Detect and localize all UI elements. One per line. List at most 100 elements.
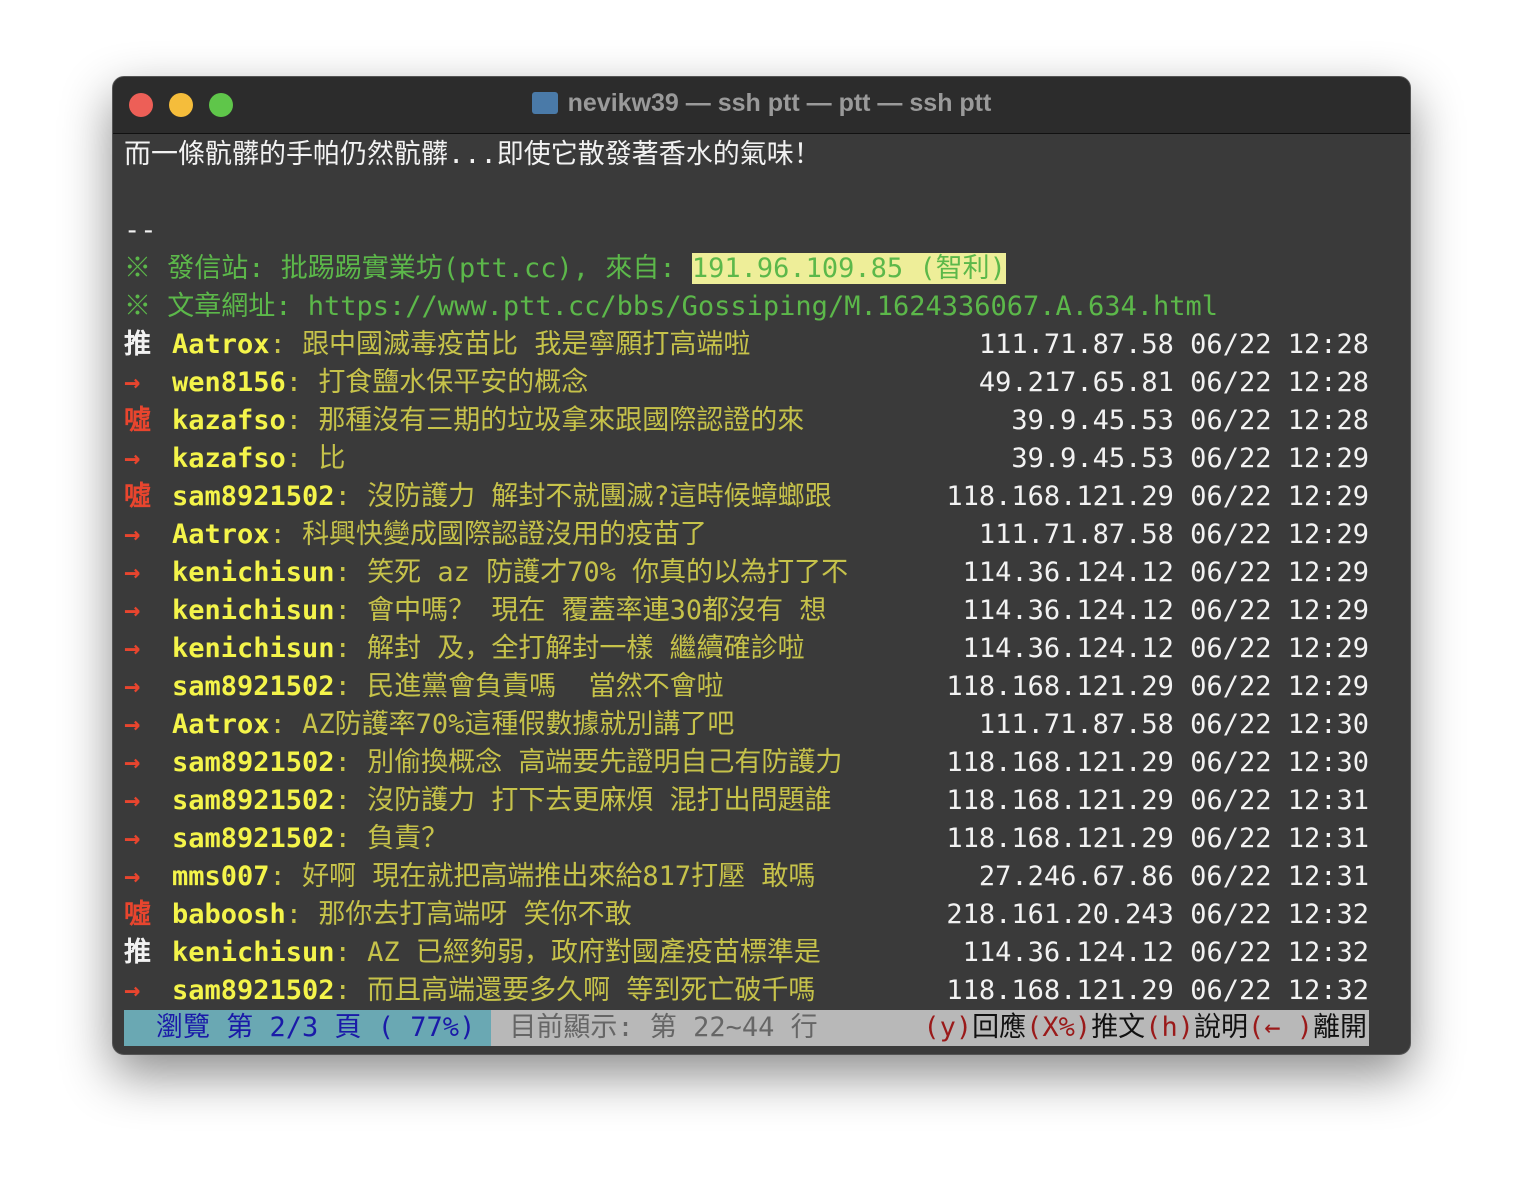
url-line[interactable]: ※ 文章網址: https://www.ptt.cc/bbs/Gossiping… (124, 288, 1218, 326)
source-ip: 191.96.109.85 (智利) (691, 253, 1006, 284)
comment-row: → sam8921502: 而且高端還要多久啊 等到死亡破千嗎 118.168.12… (113, 972, 1410, 1010)
comment-text: 民進黨會負責嗎 當然不會啦 (367, 671, 724, 702)
status-bar: 瀏覽 第 2/3 頁 ( 77%) 目前顯示: 第 22~44 行 (y)回應(… (124, 1010, 1369, 1046)
comment-tag: 噓 (124, 899, 151, 930)
comment-row-body: kenichisun: 笑死 az 防護才70% 你真的以為打了不 (172, 557, 849, 588)
comment-text: 沒防護力 打下去更麻煩 混打出問題誰 (367, 785, 832, 816)
comment-text: 笑死 az 防護才70% 你真的以為打了不 (367, 557, 849, 588)
comment-row-body: Aatrox: 科興快變成國際認證沒用的疫苗了 (172, 519, 708, 550)
comment-user: sam8921502 (172, 671, 335, 702)
comment-row: 噓 sam8921502: 沒防護力 解封不就團滅?這時候蟑螂跟 118.168.1… (113, 478, 1410, 516)
comment-row: 推 kenichisun: AZ 已經夠弱，政府對國產疫苗標準是 114.36.12… (113, 934, 1410, 972)
comment-row: 噓 baboosh: 那你去打高端呀 笑你不敢 218.161.20.243 06/… (113, 896, 1410, 934)
comment-row: 噓 kazafso: 那種沒有三期的垃圾拿來跟國際認證的來 39.9.45.53 0… (113, 402, 1410, 440)
comment-row: → sam8921502: 沒防護力 打下去更麻煩 混打出問題誰 118.168.1… (113, 782, 1410, 820)
comment-row-body: sam8921502: 沒防護力 打下去更麻煩 混打出問題誰 (172, 785, 832, 816)
comment-row: → kenichisun: 解封 及，全打解封一樣 繼續確診啦 114.36.124… (113, 630, 1410, 668)
comment-tag: 推 (124, 937, 151, 968)
comment-row-body: sam8921502: 別偷換概念 高端要先證明自己有防護力 (172, 747, 843, 778)
comment-row: → kazafso: 比 39.9.45.53 06/22 12:29 (113, 440, 1410, 478)
comment-user: mms007 (172, 861, 270, 892)
comment-tag: → (124, 975, 141, 1006)
signature-separator: -- (124, 215, 157, 246)
comment-row-body: kazafso: 比 (172, 443, 346, 474)
comment-user: Aatrox (172, 519, 270, 550)
push-key[interactable]: (X%) (1026, 1012, 1091, 1043)
comment-user: sam8921502 (172, 975, 335, 1006)
comment-text: AZ防護率70%這種假數據就別講了吧 (302, 709, 735, 740)
comment-ip-time: 218.161.20.243 06/22 12:32 (946, 899, 1369, 930)
comment-user: kenichisun (172, 937, 335, 968)
comment-user: baboosh (172, 899, 286, 930)
comment-row: → mms007: 好啊 現在就把高端推出來給817打壓 敢嗎 27.246.67.… (113, 858, 1410, 896)
help-key[interactable]: (h) (1145, 1012, 1194, 1043)
comment-user: sam8921502 (172, 785, 335, 816)
terminal-window: nevikw39 — ssh ptt — ptt — ssh ptt 而一條骯髒… (112, 76, 1411, 1055)
comment-text: 而且高端還要多久啊 等到死亡破千嗎 (367, 975, 816, 1006)
comment-row: → kenichisun: 笑死 az 防護才70% 你真的以為打了不 114.36… (113, 554, 1410, 592)
line-indicator: 目前顯示: 第 22~44 行 (491, 1010, 924, 1046)
comment-ip-time: 118.168.121.29 06/22 12:32 (946, 975, 1369, 1006)
comment-ip-time: 118.168.121.29 06/22 12:30 (946, 747, 1369, 778)
comment-row-body: kenichisun: AZ 已經夠弱，政府對國產疫苗標準是 (172, 937, 821, 968)
comment-tag: → (124, 443, 141, 474)
source-line: ※ 發信站: 批踢踢實業坊(ptt.cc), 來自: 191.96.109.85… (124, 250, 1006, 288)
comment-user: kenichisun (172, 595, 335, 626)
window-title: nevikw39 — ssh ptt — ptt — ssh ptt (113, 89, 1410, 118)
reply-label: 回應 (972, 1012, 1027, 1043)
comment-text: 那種沒有三期的垃圾拿來跟國際認證的來 (318, 405, 805, 436)
leave-label: 離開 (1313, 1012, 1367, 1043)
comment-tag: → (124, 747, 141, 778)
comment-row-body: kenichisun: 會中嗎？ 現在 覆蓋率連30都沒有 想 (172, 595, 827, 626)
comment-user: sam8921502 (172, 481, 335, 512)
comment-tag: → (124, 519, 141, 550)
comment-ip-time: 114.36.124.12 06/22 12:29 (962, 595, 1369, 626)
comment-tag: 噓 (124, 481, 151, 512)
comment-text: 科興快變成國際認證沒用的疫苗了 (302, 519, 708, 550)
comment-text: 打食鹽水保平安的概念 (318, 367, 589, 398)
comment-row: → wen8156: 打食鹽水保平安的概念 49.217.65.81 06/22 1… (113, 364, 1410, 402)
comment-user: kenichisun (172, 557, 335, 588)
comment-tag: 推 (124, 329, 151, 360)
comment-user: Aatrox (172, 709, 270, 740)
comment-ip-time: 118.168.121.29 06/22 12:31 (946, 785, 1369, 816)
comment-user: wen8156 (172, 367, 286, 398)
comment-ip-time: 49.217.65.81 06/22 12:28 (978, 367, 1369, 398)
comment-ip-time: 114.36.124.12 06/22 12:29 (962, 557, 1369, 588)
title-bar: nevikw39 — ssh ptt — ptt — ssh ptt (113, 77, 1410, 134)
comment-ip-time: 118.168.121.29 06/22 12:31 (946, 823, 1369, 854)
comment-text: 負責？ (367, 823, 449, 854)
comment-user: kazafso (172, 405, 286, 436)
comment-user: kenichisun (172, 633, 335, 664)
comment-text: 解封 及，全打解封一樣 繼續確診啦 (367, 633, 805, 664)
comment-text: 好啊 現在就把高端推出來給817打壓 敢嗎 (302, 861, 816, 892)
comment-tag: → (124, 671, 141, 702)
comment-tag: → (124, 861, 141, 892)
page-indicator: 瀏覽 第 2/3 頁 ( 77%) (124, 1010, 492, 1046)
comment-ip-time: 111.71.87.58 06/22 12:29 (978, 519, 1369, 550)
comment-row-body: Aatrox: AZ防護率70%這種假數據就別講了吧 (172, 709, 735, 740)
help-label: 說明 (1193, 1012, 1248, 1043)
comment-tag: → (124, 595, 141, 626)
article-last-line: 而一條骯髒的手帕仍然骯髒...即使它散發著香水的氣味！ (124, 139, 821, 170)
comment-ip-time: 39.9.45.53 06/22 12:29 (1011, 443, 1369, 474)
comment-ip-time: 114.36.124.12 06/22 12:32 (962, 937, 1369, 968)
comment-text: 沒防護力 解封不就團滅?這時候蟑螂跟 (367, 481, 832, 512)
reply-key[interactable]: (y) (923, 1012, 972, 1043)
comment-text: 會中嗎？ 現在 覆蓋率連30都沒有 想 (367, 595, 827, 626)
comment-row-body: sam8921502: 民進黨會負責嗎 當然不會啦 (172, 671, 724, 702)
comment-tag: → (124, 823, 141, 854)
comment-user: sam8921502 (172, 823, 335, 854)
comment-row-body: mms007: 好啊 現在就把高端推出來給817打壓 敢嗎 (172, 861, 816, 892)
comment-ip-time: 27.246.67.86 06/22 12:31 (978, 861, 1369, 892)
comment-tag: → (124, 367, 141, 398)
comment-row-body: Aatrox: 跟中國滅毒疫苗比 我是寧願打高端啦 (172, 329, 751, 360)
folder-icon (531, 92, 558, 114)
comment-text: 跟中國滅毒疫苗比 我是寧願打高端啦 (302, 329, 751, 360)
leave-key[interactable]: (← ) (1248, 1012, 1313, 1043)
comment-ip-time: 111.71.87.58 06/22 12:30 (978, 709, 1369, 740)
comment-text: AZ 已經夠弱，政府對國產疫苗標準是 (367, 937, 821, 968)
comment-ip-time: 111.71.87.58 06/22 12:28 (978, 329, 1369, 360)
comment-row-body: sam8921502: 而且高端還要多久啊 等到死亡破千嗎 (172, 975, 816, 1006)
comment-row-body: wen8156: 打食鹽水保平安的概念 (172, 367, 589, 398)
